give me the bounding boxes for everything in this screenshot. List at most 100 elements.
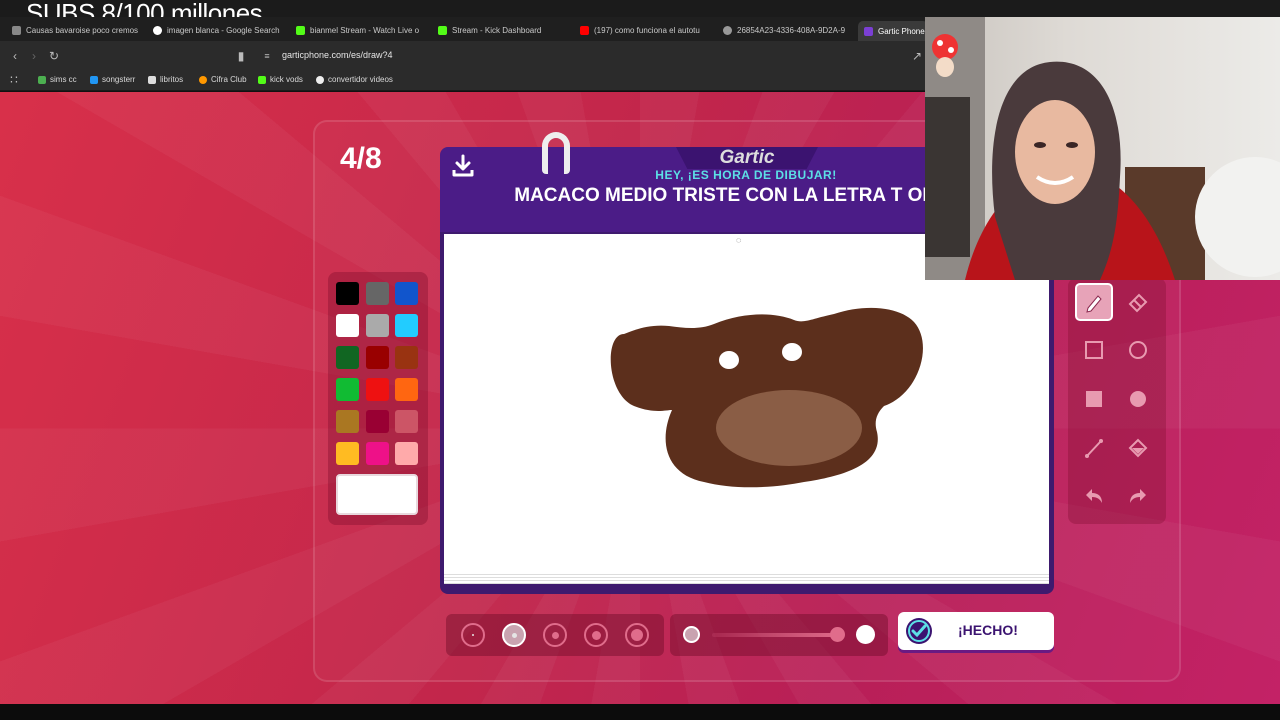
bookmark-label: libritos [160, 75, 184, 84]
line-tool[interactable] [1075, 429, 1113, 467]
bookmark-libritos[interactable]: libritos [148, 75, 183, 84]
color-swatch[interactable] [336, 378, 359, 401]
tab-kick-dashboard[interactable]: Stream - Kick Dashboard [438, 22, 568, 38]
color-swatch[interactable] [395, 346, 418, 369]
rectangle-outline-tool[interactable] [1075, 331, 1113, 369]
tab-kick-stream[interactable]: bianmel Stream - Watch Live o [296, 22, 426, 38]
bookmark-kick-vods[interactable]: kick vods [258, 75, 303, 84]
opacity-slider[interactable] [670, 614, 888, 656]
tab-label: (197) como funciona el autotu [594, 25, 700, 35]
gartic-icon [864, 26, 873, 36]
color-swatch[interactable] [395, 314, 418, 337]
tab-causas[interactable]: Causas bavaroise poco cremos [12, 22, 140, 38]
drawing-canvas[interactable]: ◌ [444, 234, 1049, 574]
color-swatch[interactable] [365, 346, 389, 369]
bottom-band [0, 704, 1280, 720]
square-filled-icon [1086, 391, 1102, 407]
brush-size-2[interactable] [502, 623, 526, 647]
done-label: ¡HECHO! [958, 622, 1018, 638]
gartic-logo: Gartic [719, 147, 775, 168]
tab-youtube[interactable]: (197) como funciona el autotu [580, 22, 710, 38]
fill-bucket-tool[interactable] [1119, 429, 1157, 467]
bookmark-label: sims cc [50, 75, 77, 84]
brush-size-selector [446, 614, 664, 656]
color-swatch[interactable] [365, 410, 389, 433]
bookmark-label: kick vods [270, 75, 303, 84]
ellipse-outline-tool[interactable] [1119, 331, 1157, 369]
pencil-tool[interactable] [1075, 283, 1113, 321]
kick-icon [438, 25, 447, 35]
color-swatch[interactable] [365, 378, 389, 401]
bookmark-favicon [258, 75, 266, 84]
bookmark-cifra[interactable]: Cifra Club [199, 75, 247, 84]
bookmark-favicon [38, 75, 46, 84]
size-dot [511, 632, 517, 638]
tab-label: Causas bavaroise poco cremos [26, 25, 139, 35]
circle-filled-icon [1130, 391, 1146, 407]
color-swatch[interactable] [395, 282, 418, 305]
bookmark-songsterr[interactable]: songsterr [90, 75, 135, 84]
opacity-min-dot [683, 626, 700, 643]
notebook-ring [542, 132, 570, 174]
color-swatch[interactable] [365, 314, 389, 337]
reload-icon[interactable]: ↻ [47, 49, 61, 63]
color-swatch[interactable] [336, 346, 359, 369]
tab-google[interactable]: imagen blanca - Google Search [153, 22, 283, 38]
bookmark-icon[interactable]: ▮ [234, 49, 248, 63]
eraser-icon [1128, 293, 1148, 313]
bookmark-favicon [90, 75, 98, 84]
color-swatch[interactable] [395, 378, 418, 401]
undo-icon [1086, 489, 1102, 503]
tab-gartic[interactable]: Gartic Phone [858, 21, 928, 41]
redo-tool[interactable] [1119, 477, 1157, 515]
ellipse-fill-tool[interactable] [1119, 380, 1157, 418]
webcam-feed [925, 17, 1280, 280]
bookmark-favicon [148, 75, 156, 84]
brush-size-5[interactable] [625, 623, 649, 647]
color-swatch[interactable] [336, 314, 359, 337]
brush-size-1[interactable] [461, 623, 485, 647]
color-swatch[interactable] [395, 410, 418, 433]
eraser-tool[interactable] [1119, 283, 1157, 321]
tab-label: 26854A23-4336-408A-9D2A-9 [737, 25, 846, 35]
color-swatch[interactable] [336, 442, 359, 465]
brush-cursor: ◌ [736, 235, 741, 245]
bookmark-sims[interactable]: sims cc [38, 75, 77, 84]
notebook-pages-edge [444, 574, 1049, 584]
tab-label: bianmel Stream - Watch Live o [310, 25, 420, 35]
opacity-max-dot [856, 625, 875, 644]
site-info-icon[interactable]: ≡ [260, 49, 274, 63]
paint-bucket-icon [1128, 438, 1148, 458]
bookmark-favicon [316, 75, 324, 84]
color-swatch[interactable] [365, 282, 389, 305]
tab-label: Stream - Kick Dashboard [452, 25, 542, 35]
tab-uuid[interactable]: 26854A23-4336-408A-9D2A-9 [723, 22, 851, 38]
download-icon[interactable] [450, 153, 476, 179]
brush-size-4[interactable] [584, 623, 608, 647]
color-swatch[interactable] [336, 410, 359, 433]
monkey-left-eye [719, 351, 739, 369]
brush-size-3[interactable] [543, 623, 567, 647]
color-swatch[interactable] [336, 282, 359, 305]
globe-icon [723, 25, 732, 35]
current-color-swatch [336, 474, 418, 515]
gear-icon [12, 25, 21, 35]
color-swatch[interactable] [395, 442, 418, 465]
share-icon[interactable]: ↗ [910, 49, 924, 63]
forward-icon[interactable]: › [27, 49, 41, 63]
rectangle-fill-tool[interactable] [1075, 380, 1113, 418]
circle-outline-icon [1129, 341, 1147, 359]
size-dot [472, 634, 474, 636]
size-dot [631, 629, 643, 641]
bookmark-favicon [199, 75, 207, 84]
back-icon[interactable]: ‹ [8, 49, 22, 63]
color-swatch[interactable] [365, 442, 389, 465]
bookmark-convertidor[interactable]: convertidor videos [316, 75, 393, 84]
undo-tool[interactable] [1075, 477, 1113, 515]
opacity-thumb[interactable] [830, 627, 845, 642]
tab-label: Gartic Phone [878, 26, 925, 36]
url-input[interactable]: garticphone.com/es/draw?4 [282, 50, 393, 60]
done-button[interactable]: ¡HECHO! [898, 612, 1054, 650]
bookmark-label: Cifra Club [211, 75, 247, 84]
apps-icon[interactable]: ∷ [7, 73, 21, 87]
